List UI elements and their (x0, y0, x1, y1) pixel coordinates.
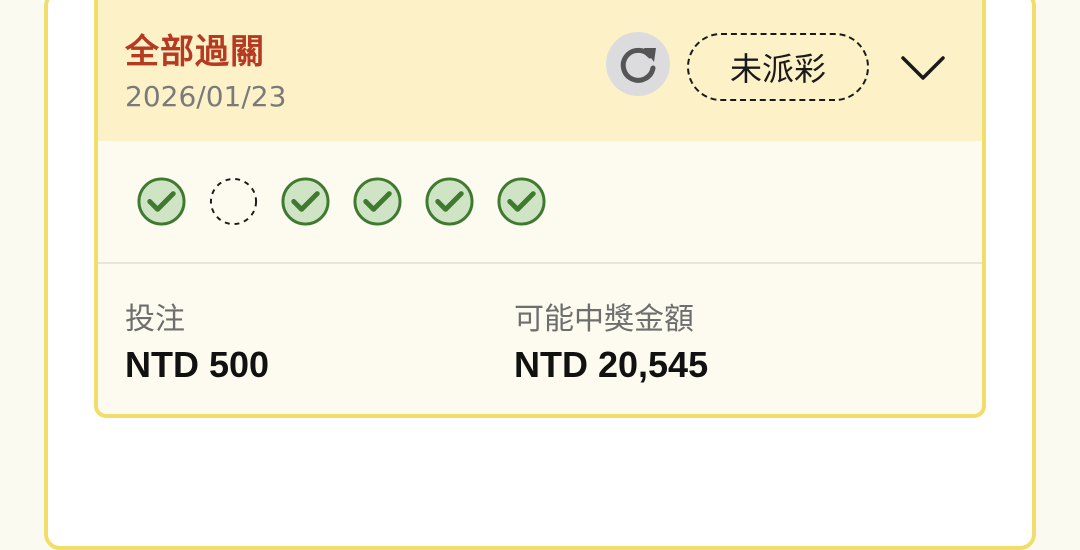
chevron-down-icon (901, 56, 945, 80)
payout-label: 可能中獎金額 (514, 302, 694, 337)
check-circle-icon (425, 177, 474, 226)
stake-value: NTD 500 (125, 344, 270, 385)
check-circle-icon (497, 177, 546, 226)
check-circle-icon (281, 177, 330, 226)
check-circle-icon (353, 177, 402, 226)
bet-date: 2026/01/23 (125, 80, 287, 113)
expand-button[interactable] (898, 50, 948, 86)
refresh-icon (620, 47, 656, 83)
dashed-circle-icon (209, 177, 258, 226)
bet-card: 全部過關 2026/01/23 未派彩 投注 NTD 500 可能中獎金額 NT… (94, 0, 986, 418)
payout-value: NTD 20,545 (514, 344, 709, 385)
refresh-button[interactable] (606, 32, 670, 96)
check-circle-icon (137, 177, 186, 226)
bet-legs-status (136, 176, 547, 228)
status-badge[interactable]: 未派彩 (687, 33, 869, 101)
bet-type-title: 全部過關 (125, 32, 265, 72)
stake-label: 投注 (125, 302, 185, 337)
bet-card-header: 全部過關 2026/01/23 未派彩 (98, 0, 982, 141)
divider (98, 262, 982, 264)
